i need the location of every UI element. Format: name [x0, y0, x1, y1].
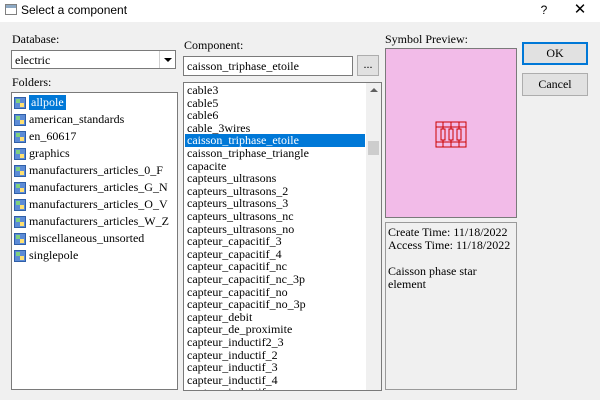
folder-icon: [14, 164, 26, 177]
folder-icon: [14, 198, 26, 211]
access-time: Access Time: 11/18/2022: [388, 238, 511, 252]
scroll-thumb[interactable]: [368, 141, 379, 155]
folder-label: manufacturers_articles_W_Z: [29, 214, 169, 228]
symbol-preview: [385, 48, 517, 218]
folder-label: miscellaneous_unsorted: [29, 231, 145, 245]
component-list-item[interactable]: caisson_triphase_etoile: [185, 134, 365, 148]
folder-item[interactable]: manufacturers_articles_G_N: [14, 180, 168, 195]
folders-list[interactable]: allpole american_standards en_60617graphic…: [11, 92, 178, 390]
folder-icon: [14, 147, 26, 160]
component-list-item[interactable]: capteur_inductif_nc: [185, 386, 365, 390]
component-list-item[interactable]: cable_3wires: [185, 121, 365, 135]
folders-label: Folders:: [12, 75, 52, 89]
folder-item[interactable]: en_60617: [14, 129, 76, 144]
folder-item[interactable]: graphics: [14, 146, 70, 161]
folder-item[interactable]: manufacturers_articles_W_Z: [14, 214, 169, 229]
component-list-item[interactable]: capteurs_ultrasons_no: [185, 222, 365, 236]
folder-item[interactable]: american_standards: [14, 112, 124, 127]
component-input-value: caisson_triphase_etoile: [187, 59, 299, 73]
database-label: Database:: [12, 32, 60, 46]
component-list-item[interactable]: capteur_inductif_4: [185, 373, 365, 387]
component-list-item[interactable]: capteur_capacitif_4: [185, 247, 365, 261]
folder-label: graphics: [29, 146, 70, 160]
component-list-item[interactable]: cable6: [185, 109, 365, 122]
database-select[interactable]: electric: [11, 50, 176, 69]
folder-item[interactable]: singlepole: [14, 248, 78, 263]
component-list-item[interactable]: capteur_debit: [185, 310, 365, 324]
folder-label: allpole: [29, 95, 66, 110]
caisson-star-symbol-icon: [435, 121, 467, 148]
component-input[interactable]: caisson_triphase_etoile: [183, 56, 353, 76]
component-list-item[interactable]: capteur_de_proximite: [185, 323, 365, 336]
folder-icon: [14, 181, 26, 194]
chevron-down-icon[interactable]: [159, 51, 175, 68]
component-list-item[interactable]: capteur_capacitif_nc_3p: [185, 273, 365, 286]
scroll-up-arrow-icon[interactable]: [366, 83, 381, 98]
component-list-item[interactable]: capteur_capacitif_no_3p: [185, 298, 365, 311]
folder-icon: [14, 130, 26, 143]
folder-label: manufacturers_articles_G_N: [29, 180, 168, 194]
component-list-item[interactable]: capteurs_ultrasons_nc: [185, 210, 365, 223]
close-button[interactable]: ✕: [570, 1, 590, 19]
component-list-item[interactable]: capteurs_ultrasons_3: [185, 197, 365, 210]
help-button[interactable]: ?: [536, 2, 552, 18]
folder-icon: [14, 249, 26, 262]
folder-label: en_60617: [29, 129, 77, 143]
folder-item[interactable]: allpole: [14, 95, 66, 110]
folder-item[interactable]: miscellaneous_unsorted: [14, 231, 144, 246]
ok-button[interactable]: OK: [522, 42, 588, 65]
component-list-item[interactable]: caisson_triphase_triangle: [185, 147, 365, 160]
component-list-item[interactable]: capacite: [185, 159, 365, 173]
symbol-preview-label: Symbol Preview:: [385, 32, 468, 46]
browse-button[interactable]: ...: [357, 55, 379, 76]
description-line-2: element: [388, 277, 426, 291]
component-list-item[interactable]: cable5: [185, 96, 365, 110]
folder-label: singlepole: [29, 248, 79, 262]
folder-label: manufacturers_articles_0_F: [29, 163, 163, 177]
component-list-item[interactable]: capteur_inductif2_3: [185, 336, 365, 349]
window-title: Select a component: [21, 3, 128, 17]
database-value: electric: [15, 53, 51, 67]
component-list-item[interactable]: capteur_inductif_2: [185, 348, 365, 362]
component-list-scrollbar[interactable]: [366, 83, 381, 390]
folder-item[interactable]: manufacturers_articles_O_V: [14, 197, 168, 212]
app-icon: [5, 4, 17, 15]
component-list-item[interactable]: capteurs_ultrasons: [185, 172, 365, 185]
component-list-item[interactable]: capteur_capacitif_3: [185, 235, 365, 248]
folder-icon: [14, 113, 26, 126]
folder-icon: [14, 232, 26, 245]
folder-icon: [14, 96, 26, 109]
component-list-item[interactable]: cable3: [185, 84, 365, 97]
component-list[interactable]: capteur_inductif_nccapteur_inductif_4cap…: [183, 82, 382, 391]
folder-label: american_standards: [29, 112, 125, 126]
folder-icon: [14, 215, 26, 228]
component-list-item[interactable]: capteurs_ultrasons_2: [185, 184, 365, 198]
component-info-panel: Create Time: 11/18/2022 Access Time: 11/…: [385, 222, 517, 390]
cancel-button[interactable]: Cancel: [522, 73, 588, 96]
component-list-item[interactable]: capteur_inductif_3: [185, 361, 365, 374]
folder-label: manufacturers_articles_O_V: [29, 197, 168, 211]
component-list-item[interactable]: capteur_capacitif_no: [185, 285, 365, 299]
component-label: Component:: [184, 38, 244, 52]
component-list-item[interactable]: capteur_capacitif_nc: [185, 260, 365, 273]
folder-item[interactable]: manufacturers_articles_0_F: [14, 163, 163, 178]
